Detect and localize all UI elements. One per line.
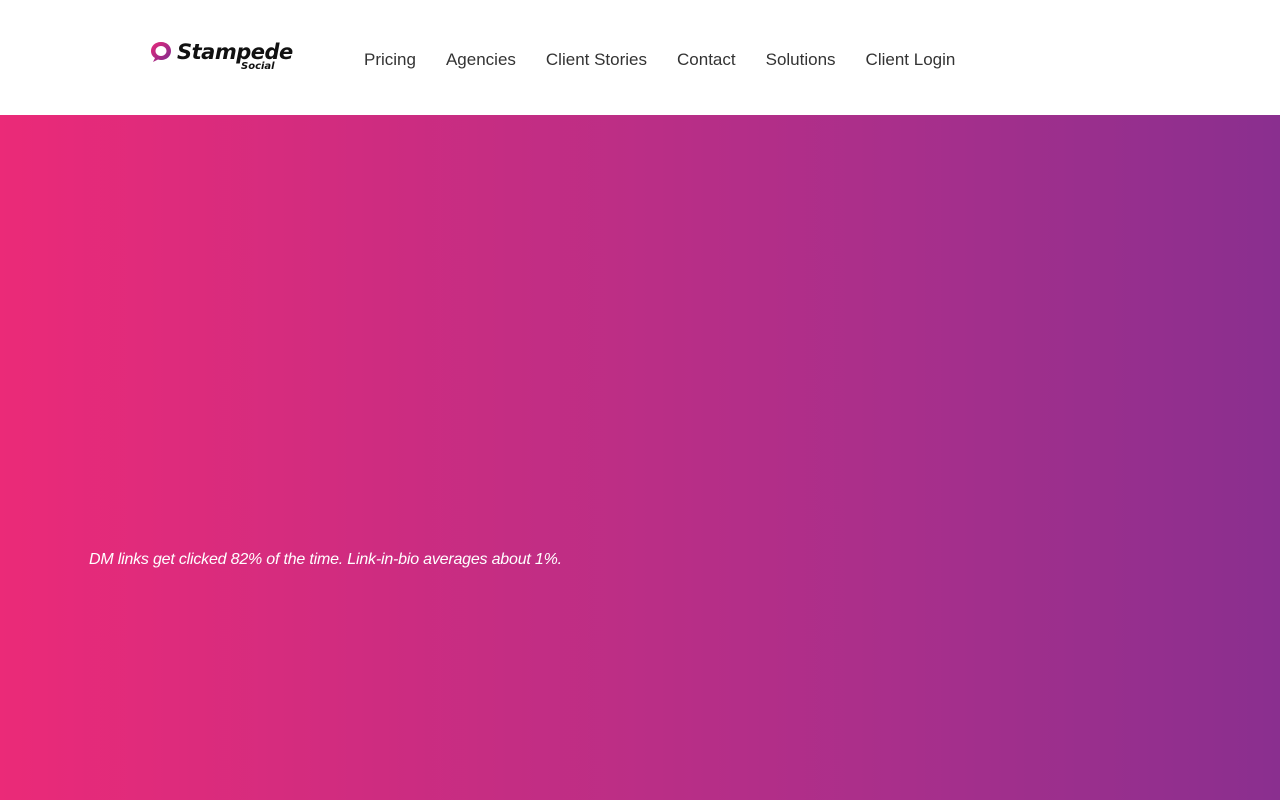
nav-item-client-stories[interactable]: Client Stories <box>546 48 647 72</box>
logo-subtitle: Social <box>241 61 275 72</box>
logo-link[interactable]: Stampede Social <box>149 38 293 76</box>
hero-section: DM links get clicked 82% of the time. Li… <box>0 115 1280 800</box>
nav-item-solutions[interactable]: Solutions <box>766 48 836 72</box>
main-nav: Pricing Agencies Client Stories Contact … <box>364 48 955 72</box>
nav-item-client-login[interactable]: Client Login <box>866 48 956 72</box>
nav-item-contact[interactable]: Contact <box>677 48 736 72</box>
site-header: Stampede Social Pricing Agencies Client … <box>0 0 1280 115</box>
nav-item-agencies[interactable]: Agencies <box>446 48 516 72</box>
speech-bubble-logo-icon <box>151 42 171 62</box>
nav-item-pricing[interactable]: Pricing <box>364 48 416 72</box>
logo-wordmark: Stampede <box>177 40 293 64</box>
hero-tagline: DM links get clicked 82% of the time. Li… <box>89 551 562 568</box>
